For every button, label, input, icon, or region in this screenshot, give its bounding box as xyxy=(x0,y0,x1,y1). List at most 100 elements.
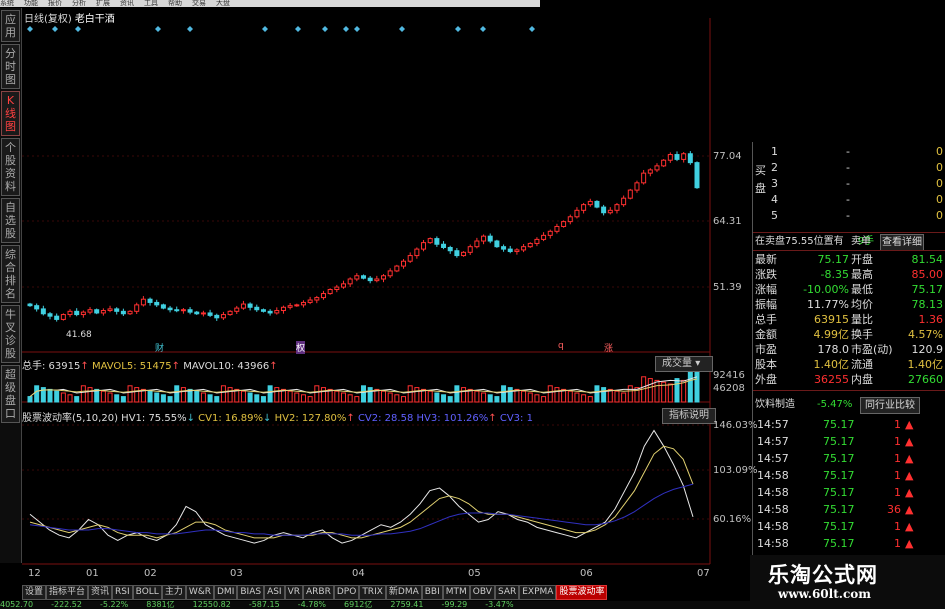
kline-chart[interactable] xyxy=(0,0,752,584)
stat-label: 均价 xyxy=(851,298,873,311)
indicator-tab[interactable]: 资讯 xyxy=(88,585,113,600)
up-arrow-icon: ▲ xyxy=(905,537,914,550)
order-level-row[interactable]: 2 - 0 xyxy=(771,160,943,175)
order-level-volume: 0 xyxy=(936,177,943,190)
indicator-tab[interactable]: 新DMA xyxy=(385,585,422,600)
stat-label: 最高 xyxy=(851,268,873,281)
candle-body xyxy=(681,153,687,160)
candle-body xyxy=(521,246,527,251)
date-tick-label: 06 xyxy=(580,568,593,579)
candle-body xyxy=(654,165,660,171)
indicator-tab[interactable]: W&R xyxy=(185,585,214,600)
stat-label: 涨跌 xyxy=(755,268,777,281)
indicator-help-button[interactable]: 指标说明 xyxy=(662,408,716,424)
candle-body xyxy=(200,312,206,315)
volume-bar xyxy=(27,396,33,403)
order-level-number: 1 xyxy=(771,145,778,158)
order-level-volume: 0 xyxy=(936,209,943,222)
order-level-row[interactable]: 4 - 0 xyxy=(771,192,943,207)
candle-body xyxy=(601,206,607,214)
sell-order-button[interactable]: 卖单 xyxy=(851,234,871,249)
volume-bar xyxy=(127,385,133,403)
sector-name[interactable]: 饮料制造 xyxy=(755,397,795,412)
indicator-tab[interactable]: ARBR xyxy=(303,585,334,600)
trade-row: 14:57 75.17 1 ▲ xyxy=(755,417,945,432)
volume-bar xyxy=(200,392,206,403)
stat-label: 量比 xyxy=(851,313,873,326)
candle-body xyxy=(634,182,640,191)
volume-bar xyxy=(274,387,280,403)
marker-finance[interactable]: 财 xyxy=(155,341,164,354)
candle-body xyxy=(694,162,700,189)
market-index-value: -99.29 xyxy=(441,601,468,609)
indicator-tab[interactable]: SAR xyxy=(494,585,520,600)
volume-bar xyxy=(407,385,413,403)
volume-dropdown-label: 成交量 xyxy=(662,358,692,369)
trade-price: 75.17 xyxy=(823,503,855,516)
candle-body xyxy=(40,308,46,315)
indicator-line-hv3 xyxy=(29,483,694,536)
marker-rights[interactable]: 权 xyxy=(296,341,306,354)
indicator-tab[interactable]: 设置 xyxy=(22,585,47,600)
candle-body xyxy=(34,305,40,310)
indicator-tab[interactable]: 股票波动率 xyxy=(556,585,608,600)
candle-body xyxy=(260,309,266,312)
trade-volume: 1 xyxy=(894,520,901,533)
indicator-tab[interactable]: 指标平台 xyxy=(46,585,89,600)
detail-button[interactable]: 查看详细 xyxy=(880,234,924,251)
volume-indicator-dropdown[interactable]: 成交量 ▾ xyxy=(655,356,713,372)
indicator-tab[interactable]: BOLL xyxy=(132,585,162,600)
marker-q[interactable]: q xyxy=(558,341,564,351)
indicator-tab[interactable]: 主力 xyxy=(161,585,186,600)
volume-bar xyxy=(694,371,700,403)
indicator-tab[interactable]: TRIX xyxy=(359,585,386,600)
volume-bar xyxy=(54,390,60,403)
volume-bar xyxy=(347,394,353,403)
stat-value: 1.40亿 xyxy=(907,358,944,371)
stat-label: 最低 xyxy=(851,283,873,296)
order-level-number: 2 xyxy=(771,161,778,174)
volume-info-bar: 总手: 63915↑ MAVOL5: 51475↑ MAVOL10: 43966… xyxy=(22,361,278,372)
indicator-tab[interactable]: MTM xyxy=(442,585,470,600)
candle-body xyxy=(554,225,560,232)
stat-label: 最新 xyxy=(755,253,777,266)
volume-bar xyxy=(627,385,633,403)
mavol10: MAVOL10: 43966 xyxy=(183,361,270,372)
candle-body xyxy=(621,197,627,206)
candle-body xyxy=(627,189,633,199)
order-level-row[interactable]: 1 - 0 xyxy=(771,144,943,159)
volume-bar xyxy=(167,396,173,403)
order-level-volume: 0 xyxy=(936,145,943,158)
stat-value: 27660 xyxy=(908,373,943,386)
candle-body xyxy=(574,209,580,218)
indicator-tab[interactable]: DPO xyxy=(333,585,360,600)
indicator-tab[interactable]: RSI xyxy=(112,585,133,600)
candle-body xyxy=(381,275,387,280)
candle-body xyxy=(274,310,280,314)
stat-value: 75.17 xyxy=(911,283,944,296)
trade-row: 14:57 75.17 1 ▲ xyxy=(755,451,945,466)
volume-bar xyxy=(447,396,453,403)
volume-bar xyxy=(481,392,487,403)
indicator-tab[interactable]: VR xyxy=(284,585,304,600)
quote-stat-row: 涨跌 -8.35 最高 85.00 xyxy=(755,267,945,282)
indicator-tab[interactable]: DMI xyxy=(214,585,238,600)
marker-limit-up[interactable]: 涨 xyxy=(604,341,613,354)
volume-bar xyxy=(527,392,533,403)
volume-bar xyxy=(554,387,560,403)
indicator-tab[interactable]: ASI xyxy=(264,585,285,600)
indicator-tab[interactable]: EXPMA xyxy=(519,585,557,600)
event-marker-icon xyxy=(155,26,161,32)
order-level-row[interactable]: 3 - 0 xyxy=(771,176,943,191)
volume-bar xyxy=(147,390,153,403)
indicator-tab[interactable]: BBI xyxy=(421,585,443,600)
indicator-tab[interactable]: OBV xyxy=(469,585,495,600)
trade-row: 14:58 75.17 36 ▲ xyxy=(755,502,945,517)
indicator-tab[interactable]: BIAS xyxy=(237,585,265,600)
candle-body xyxy=(581,204,587,211)
order-level-row[interactable]: 5 - 0 xyxy=(771,208,943,223)
industry-compare-button[interactable]: 同行业比较 xyxy=(860,397,920,414)
indicator-info-bar: 股票波动率(5,10,20) HV1: 75.55%↓ CV1: 16.89%↓… xyxy=(22,413,533,424)
market-index-value: 6912亿 xyxy=(344,601,373,609)
volume-axis-label-1: 92416 xyxy=(713,370,745,381)
